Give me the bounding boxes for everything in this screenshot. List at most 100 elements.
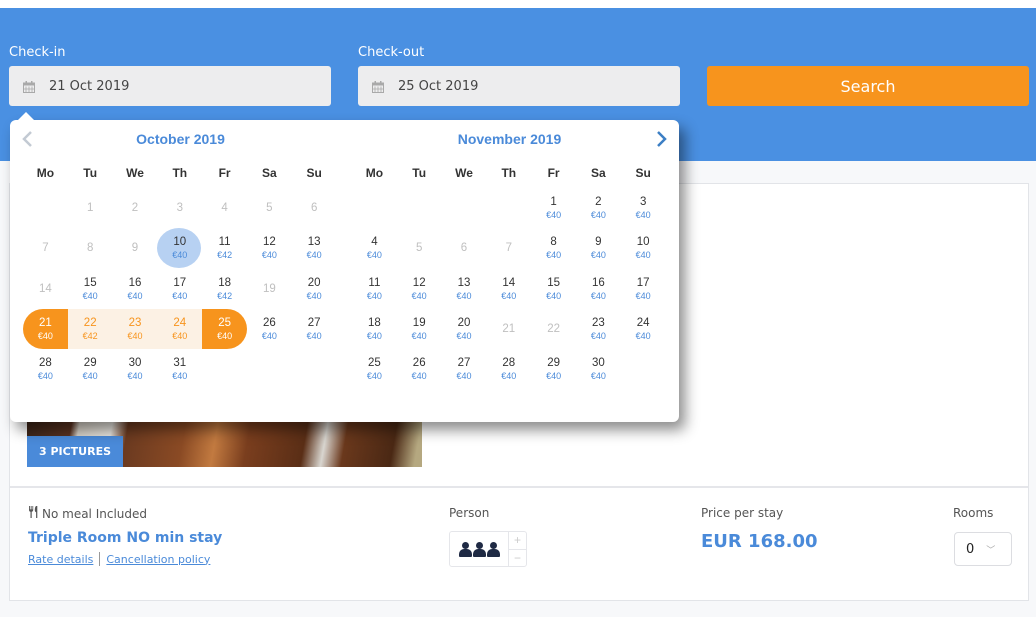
rooms-select[interactable]: 0 ﹀ [954, 532, 1012, 566]
link-separator [99, 552, 101, 566]
calendar-day[interactable]: 29 €40 [531, 349, 576, 389]
card-divider [10, 486, 1028, 488]
day-price: €40 [217, 331, 233, 342]
calendar-day[interactable]: 15 €40 [68, 269, 113, 309]
calendar-day[interactable]: 30 €40 [113, 349, 158, 389]
cancellation-policy-link[interactable]: Cancellation policy [106, 553, 210, 566]
weekday: We [455, 166, 473, 180]
calendar-day[interactable]: 8 €40 [531, 228, 576, 268]
rooms-value: 0 [966, 541, 975, 557]
calendar-day[interactable]: 13 €40 [292, 228, 337, 268]
minus-button[interactable]: − [509, 548, 526, 567]
search-button[interactable]: Search [707, 66, 1029, 106]
calendar-day[interactable]: 20 €40 [292, 269, 337, 309]
calendar-day[interactable]: 20 €40 [442, 309, 487, 349]
day-price: €42 [217, 250, 233, 261]
day-number: 15 [83, 276, 97, 289]
calendar-day[interactable]: 9 €40 [576, 228, 621, 268]
calendar-day[interactable]: 24 €40 [621, 309, 666, 349]
day-price: €40 [456, 290, 472, 301]
calendar-day[interactable]: 23 €40 [112, 308, 158, 350]
calendar-day[interactable]: 16 €40 [113, 269, 158, 309]
calendar-day[interactable]: 18 €42 [202, 269, 247, 309]
calendar-day: 7 [486, 228, 531, 268]
day-number: 10 [636, 236, 650, 249]
day-number: 12 [262, 236, 276, 249]
day-price: €42 [217, 290, 233, 301]
day-number: 24 [173, 317, 187, 330]
weekday: Su [306, 166, 322, 180]
day-number: 23 [128, 317, 142, 330]
day-number: 16 [128, 276, 142, 289]
checkout-input[interactable]: 25 Oct 2019 [358, 66, 680, 106]
person-stepper[interactable]: + − [449, 531, 527, 567]
rate-details-link[interactable]: Rate details [28, 553, 93, 566]
calendar-day[interactable]: 27 €40 [442, 349, 487, 389]
weekday: Mo [365, 166, 384, 180]
day-number: 29 [83, 357, 97, 370]
calendar-day[interactable]: 17 €40 [621, 269, 666, 309]
day-number: 15 [547, 276, 560, 289]
calendar-day[interactable]: 10 €40 [157, 228, 202, 269]
day-grid: 1 2 3 4 5 6 7 8 9 10 €40 11 €42 12 €40 13 €40 14 15 €40 16 €4… [23, 188, 337, 389]
checkin-input[interactable]: 21 Oct 2019 [9, 66, 331, 106]
calendar-day[interactable]: 12 €40 [397, 269, 442, 309]
day-number: 8 [86, 242, 94, 255]
calendar-day[interactable]: 30 €40 [576, 349, 621, 389]
calendar-icon [372, 80, 384, 93]
calendar-day[interactable]: 28 €40 [23, 349, 68, 389]
day-number: 2 [595, 196, 602, 209]
calendar-day[interactable]: 29 €40 [68, 349, 113, 389]
calendar-day[interactable]: 3 €40 [621, 188, 666, 228]
day-price: €40 [172, 371, 188, 382]
calendar-day[interactable]: 14 €40 [486, 269, 531, 309]
calendar-day[interactable]: 21 €40 [23, 308, 68, 350]
calendar-day[interactable]: 10 €40 [621, 228, 666, 268]
calendar-day[interactable]: 13 €40 [442, 269, 487, 309]
calendar-day[interactable]: 25 €40 [202, 308, 247, 350]
calendar-day[interactable]: 1 €40 [531, 188, 576, 228]
pictures-badge[interactable]: 3 PICTURES [27, 436, 123, 467]
day-number: 5 [266, 202, 273, 215]
calendar-day[interactable]: 27 €40 [292, 309, 337, 349]
day-price: €40 [590, 331, 606, 342]
calendar-day: 9 [113, 228, 158, 268]
meal-label: No meal Included [42, 506, 148, 521]
calendar-day[interactable]: 2 €40 [576, 188, 621, 228]
calendar-day[interactable]: 4 €40 [352, 228, 397, 268]
calendar-day[interactable]: 12 €40 [247, 228, 292, 268]
calendar-day[interactable]: 15 €40 [531, 269, 576, 309]
day-number: 23 [591, 317, 605, 330]
calendar-day[interactable]: 22 €42 [67, 308, 113, 350]
calendar-day: 3 [157, 188, 202, 228]
day-number: 18 [218, 276, 231, 289]
day-number: 25 [368, 357, 381, 370]
calendar-day[interactable]: 24 €40 [157, 308, 203, 350]
calendar-day[interactable]: 26 €40 [247, 309, 292, 349]
calendar-day[interactable]: 31 €40 [157, 349, 202, 389]
day-number: 21 [39, 317, 52, 330]
day-price: €40 [590, 290, 606, 301]
calendar-day[interactable]: 23 €40 [576, 309, 621, 349]
day-number: 29 [547, 357, 560, 370]
plus-button[interactable]: + [509, 532, 526, 549]
calendar-day[interactable]: 19 €40 [397, 309, 442, 349]
room-name: Triple Room NO min stay [28, 530, 223, 546]
calendar-day[interactable]: 11 €42 [202, 228, 247, 268]
calendar-day[interactable]: 16 €40 [576, 269, 621, 309]
day-price: €40 [172, 290, 188, 301]
weekday-header: Mo Tu We Th Fr Sa Su [352, 166, 667, 180]
day-price: €40 [590, 210, 606, 221]
calendar-day: 8 [68, 228, 113, 268]
day-number: 28 [502, 357, 516, 370]
calendar-day[interactable]: 25 €40 [352, 349, 397, 389]
calendar-day[interactable]: 28 €40 [486, 349, 531, 389]
calendar-day: 5 [397, 228, 442, 268]
day-number: 3 [176, 202, 183, 215]
calendar-day[interactable]: 18 €40 [352, 309, 397, 349]
calendar-day[interactable]: 11 €40 [352, 269, 397, 309]
fork-knife-icon [28, 506, 39, 521]
day-number: 6 [460, 242, 468, 255]
calendar-day[interactable]: 17 €40 [157, 269, 202, 309]
calendar-day[interactable]: 26 €40 [397, 349, 442, 389]
